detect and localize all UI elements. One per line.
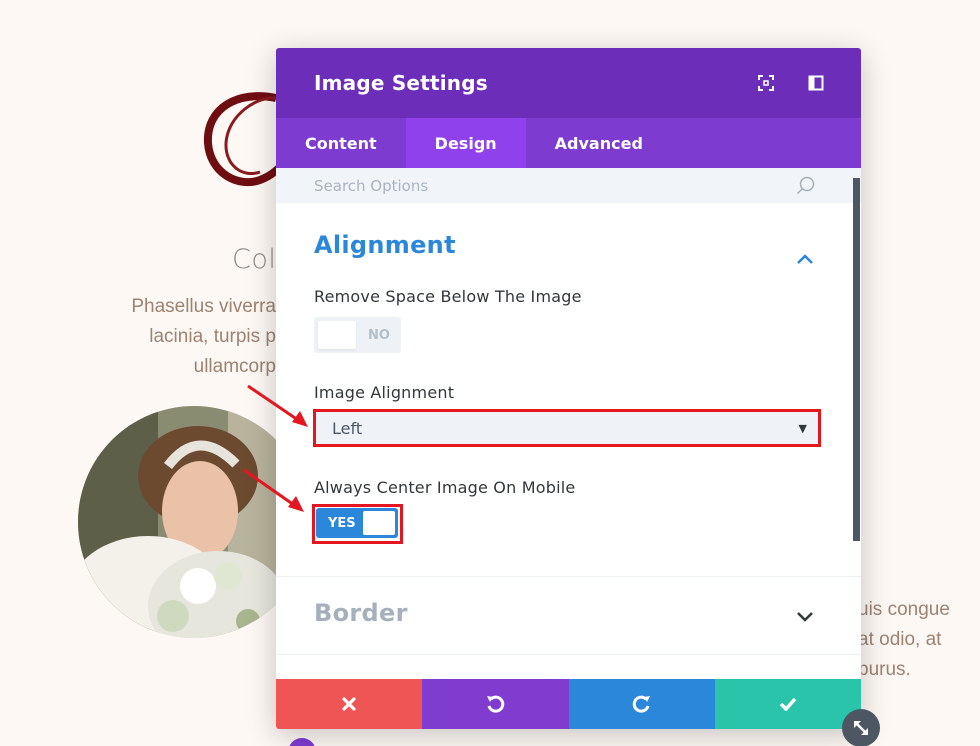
undo-icon: [487, 695, 505, 713]
background-dot: [288, 738, 316, 746]
resize-handle[interactable]: [842, 709, 880, 746]
alignment-section: Alignment Remove Space Below The Image N…: [276, 203, 861, 577]
tab-design[interactable]: Design: [405, 118, 526, 168]
background-heading: Col: [232, 244, 277, 275]
check-icon: [779, 697, 797, 711]
save-button[interactable]: [714, 679, 861, 729]
alignment-section-title[interactable]: Alignment: [314, 231, 823, 259]
close-icon: [342, 697, 356, 711]
fullscreen-icon[interactable]: [756, 73, 776, 93]
modal-footer: [276, 679, 861, 729]
image-alignment-label: Image Alignment: [314, 383, 455, 402]
undo-button[interactable]: [422, 679, 569, 729]
chevron-up-icon[interactable]: [796, 253, 814, 265]
remove-space-label: Remove Space Below The Image: [314, 287, 582, 306]
background-paragraph-left: Phasellus viverra lacinia, turpis p ulla…: [131, 296, 276, 377]
center-mobile-toggle[interactable]: YES: [316, 508, 398, 538]
tab-bar: Content Design Advanced: [276, 118, 861, 168]
scrollbar[interactable]: [853, 178, 860, 541]
tab-advanced[interactable]: Advanced: [526, 118, 672, 168]
toggle-state-text: NO: [368, 327, 390, 343]
dropdown-arrow-icon: ▼: [798, 422, 807, 435]
image-settings-modal: Image Settings Content Design Advanced A…: [276, 48, 861, 729]
search-bar: [276, 168, 861, 203]
modal-header: Image Settings: [276, 48, 861, 118]
tab-content[interactable]: Content: [276, 118, 406, 168]
toggle-knob: [318, 321, 356, 349]
remove-space-toggle[interactable]: NO: [314, 317, 401, 353]
search-input[interactable]: [314, 176, 774, 195]
image-alignment-value: Left: [332, 418, 363, 438]
image-alignment-select[interactable]: Left ▼: [314, 411, 819, 445]
modal-title: Image Settings: [314, 71, 488, 95]
search-icon[interactable]: [796, 176, 816, 196]
chevron-down-icon[interactable]: [796, 611, 814, 623]
split-view-icon[interactable]: [806, 73, 826, 93]
toggle-state-text: YES: [328, 515, 356, 531]
center-mobile-label: Always Center Image On Mobile: [314, 478, 576, 497]
settings-scroll-area[interactable]: Alignment Remove Space Below The Image N…: [276, 203, 861, 679]
border-section-title[interactable]: Border: [314, 599, 823, 627]
redo-icon: [632, 695, 650, 713]
resize-icon: [854, 721, 868, 735]
border-section[interactable]: Border: [276, 577, 861, 655]
cancel-button[interactable]: [276, 679, 423, 729]
toggle-knob: [362, 511, 395, 535]
redo-button[interactable]: [568, 679, 715, 729]
background-paragraph-right: uis congue at odio, at purus.: [858, 599, 950, 680]
